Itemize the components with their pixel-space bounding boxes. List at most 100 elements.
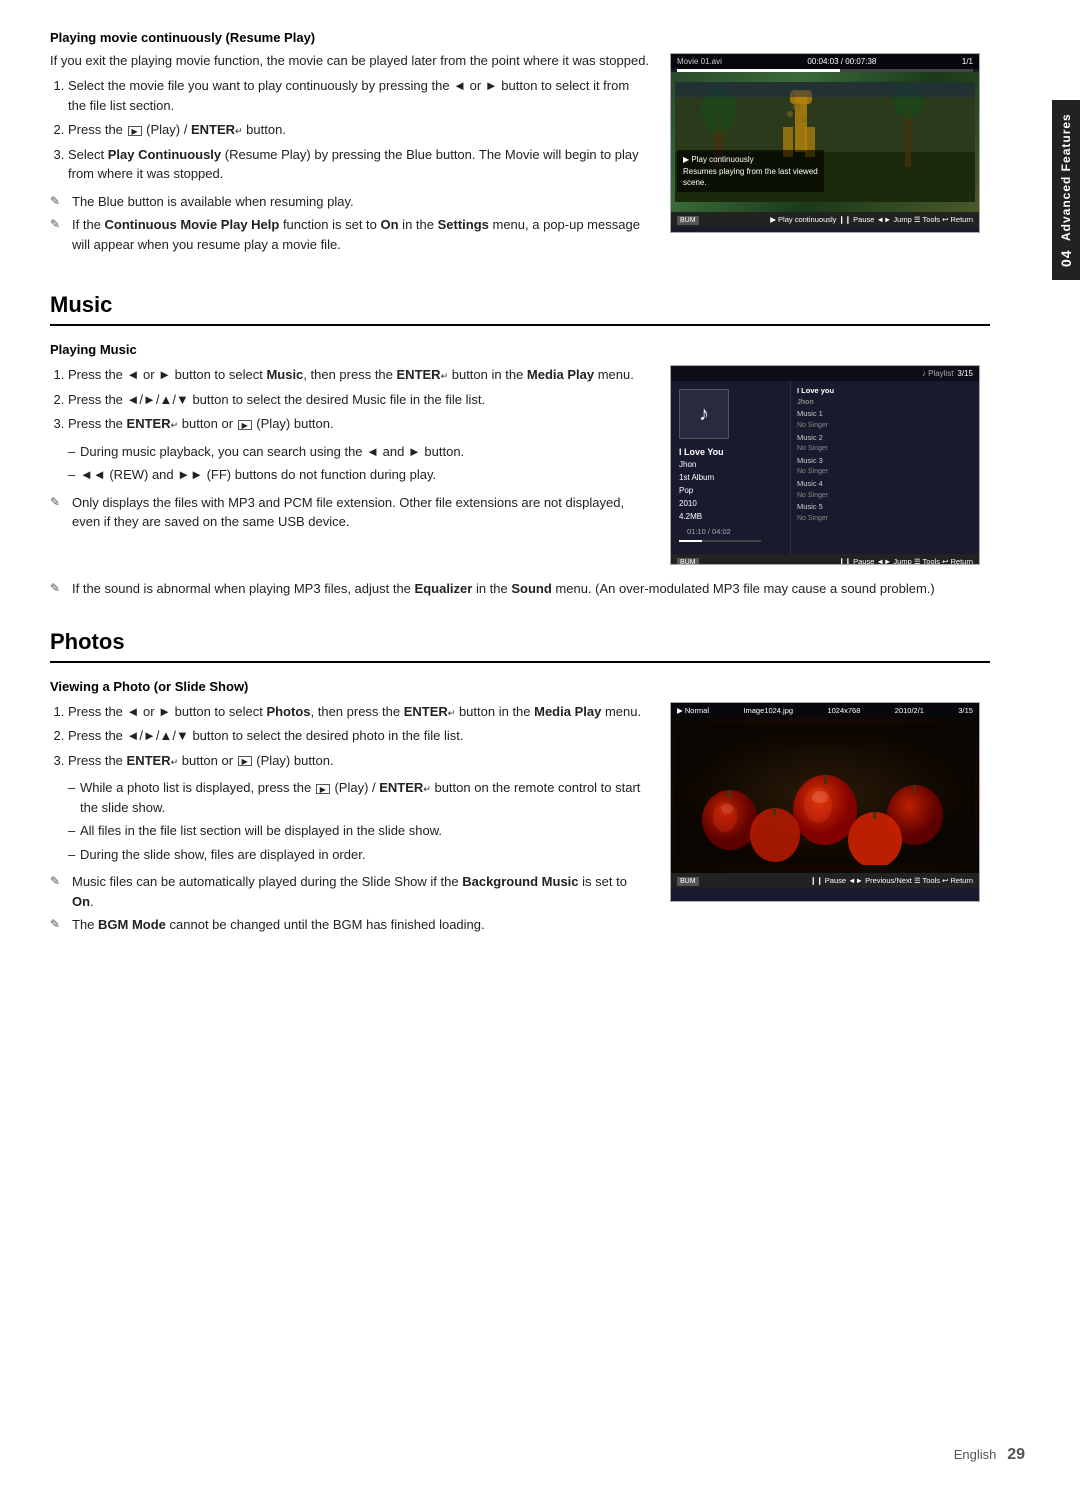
movie-step-3: Select Play Continuously (Resume Play) b…	[68, 145, 650, 184]
movie-step-2: Press the ▶ (Play) / ENTER↵ button.	[68, 120, 650, 140]
footer-page-number: 29	[1007, 1446, 1025, 1463]
movie-intro: If you exit the playing movie function, …	[50, 53, 650, 68]
photo-screen-inner	[671, 718, 979, 873]
photos-dash-1: While a photo list is displayed, press t…	[50, 778, 650, 817]
playlist-item-5: Music 4No Singer	[797, 478, 973, 501]
movie-note-2: If the Continuous Movie Play Help functi…	[50, 215, 650, 254]
movie-steps-list: Select the movie file you want to play c…	[50, 76, 650, 184]
playlist-item-3: Music 2No Singer	[797, 432, 973, 455]
movie-note-1: The Blue button is available when resumi…	[50, 192, 650, 212]
music-text-col: Press the ◄ or ► button to select Music,…	[50, 365, 650, 565]
photos-step-2: Press the ◄/►/▲/▼ button to select the d…	[68, 726, 650, 746]
movie-section: Playing movie continuously (Resume Play)…	[50, 30, 990, 262]
music-size: 4.2MB	[679, 511, 782, 524]
music-year: 2010	[679, 498, 782, 511]
photos-screen-col: ▶ Normal Image1024.jpg 1024x768 2010/2/1…	[670, 702, 990, 943]
music-genre: Pop	[679, 485, 782, 498]
music-album: 1st Album	[679, 472, 782, 485]
music-count: 3/15	[957, 369, 973, 378]
movie-screen-col: Movie 01.avi 00:04:03 / 00:07:38 1/1	[670, 53, 990, 262]
music-step-3: Press the ENTER↵ button or ▶ (Play) butt…	[68, 414, 650, 434]
movie-step-1: Select the movie file you want to play c…	[68, 76, 650, 115]
music-playlist-label: ♪ Playlist	[922, 369, 954, 378]
movie-screen-mock: Movie 01.avi 00:04:03 / 00:07:38 1/1	[670, 53, 980, 233]
music-steps-list: Press the ◄ or ► button to select Music,…	[50, 365, 650, 434]
photo-mode: ▶ Normal	[677, 706, 709, 715]
music-info: I Love You Jhon 1st Album Pop 2010 4.2MB	[679, 445, 782, 523]
playlist-item-1: I Love youJhon	[797, 385, 973, 408]
photo-resolution: 1024x768	[827, 706, 860, 715]
footer-language: English	[954, 1447, 997, 1462]
chapter-number: 04	[1058, 249, 1074, 267]
movie-overlay-line3: scene.	[683, 177, 818, 188]
movie-overlay-line2: Resumes playing from the last viewed	[683, 166, 818, 177]
photos-section: Photos Viewing a Photo (or Slide Show) P…	[50, 629, 990, 943]
movie-controls: ▶ Play continuously ❙❙ Pause ◄► Jump ☰ T…	[770, 215, 973, 224]
music-content-row: Press the ◄ or ► button to select Music,…	[50, 365, 990, 565]
movie-screen-inner: ▶ Play continuously Resumes playing from…	[671, 72, 979, 212]
music-title: I Love You	[679, 445, 782, 459]
photos-text-col: Press the ◄ or ► button to select Photos…	[50, 702, 650, 943]
photo-bottom-bar: BUM ❙❙ Pause ◄► Previous/Next ☰ Tools ↩ …	[671, 873, 979, 888]
music-step-2: Press the ◄/►/▲/▼ button to select the d…	[68, 390, 650, 410]
photos-step-3: Press the ENTER↵ button or ▶ (Play) butt…	[68, 751, 650, 771]
music-playlist: I Love youJhon Music 1No Singer Music 2N…	[791, 381, 979, 554]
music-bum-label: BUM	[677, 557, 703, 565]
music-controls: ❙❙ Pause ◄► Jump ☰ Tools ↩ Return	[839, 557, 974, 565]
photo-count: 3/15	[958, 706, 973, 715]
photos-content-row: Press the ◄ or ► button to select Photos…	[50, 702, 990, 943]
music-note-1: Only displays the files with MP3 and PCM…	[50, 493, 650, 532]
page-footer: English 29	[954, 1446, 1025, 1464]
playlist-item-2: Music 1No Singer	[797, 408, 973, 431]
photo-controls: ❙❙ Pause ◄► Previous/Next ☰ Tools ↩ Retu…	[810, 876, 973, 885]
music-left-panel: ♪ I Love You Jhon 1st Album Pop 2010 4.2…	[671, 381, 791, 554]
main-content: Playing movie continuously (Resume Play)…	[0, 0, 1040, 987]
music-section: Music Playing Music Press the ◄ or ► but…	[50, 292, 990, 599]
playlist-item-4: Music 3No Singer	[797, 455, 973, 478]
movie-bottom-bar: BUM ▶ Play continuously ❙❙ Pause ◄► Jump…	[671, 212, 979, 227]
movie-subsection-heading: Playing movie continuously (Resume Play)	[50, 30, 990, 45]
photos-dash-2: All files in the file list section will …	[50, 821, 650, 841]
movie-bum-label: BUM	[677, 215, 703, 224]
movie-notes-list: The Blue button is available when resumi…	[50, 192, 650, 255]
photos-note-2: The BGM Mode cannot be changed until the…	[50, 915, 650, 935]
music-time: 01:10 / 04:02	[687, 527, 731, 536]
movie-overlay-line1: ▶ Play continuously	[683, 154, 818, 165]
photo-scene-svg	[675, 725, 975, 865]
movie-count: 1/1	[962, 57, 973, 66]
music-progress: 01:10 / 04:02	[679, 523, 782, 540]
photos-dash-3: During the slide show, files are display…	[50, 845, 650, 865]
music-content: ♪ I Love You Jhon 1st Album Pop 2010 4.2…	[671, 381, 979, 554]
movie-text-col: If you exit the playing movie function, …	[50, 53, 650, 262]
playlist-item-6: Music 5No Singer	[797, 501, 973, 524]
music-notes-list: Only displays the files with MP3 and PCM…	[50, 493, 650, 532]
photos-note-1: Music files can be automatically played …	[50, 872, 650, 911]
movie-overlay: ▶ Play continuously Resumes playing from…	[677, 150, 824, 192]
music-subsection-heading: Playing Music	[50, 342, 990, 357]
music-art: ♪	[679, 389, 729, 439]
music-top-bar: ♪ Playlist 3/15	[671, 366, 979, 381]
side-tab: 04 Advanced Features	[1052, 100, 1080, 280]
movie-filename: Movie 01.avi	[677, 57, 722, 66]
music-dash-2: ◄◄ (REW) and ►► (FF) buttons do not func…	[50, 465, 650, 485]
photos-steps-list: Press the ◄ or ► button to select Photos…	[50, 702, 650, 771]
music-artist: Jhon	[679, 459, 782, 472]
chapter-label: Advanced Features	[1059, 113, 1073, 241]
photos-screen-mock: ▶ Normal Image1024.jpg 1024x768 2010/2/1…	[670, 702, 980, 902]
photo-top-bar: ▶ Normal Image1024.jpg 1024x768 2010/2/1…	[671, 703, 979, 718]
photo-bum-label: BUM	[677, 876, 703, 885]
movie-content-row: If you exit the playing movie function, …	[50, 53, 990, 262]
photos-notes-list: Music files can be automatically played …	[50, 872, 650, 935]
movie-time: 00:04:03 / 00:07:38	[807, 57, 876, 66]
movie-top-bar: Movie 01.avi 00:04:03 / 00:07:38 1/1	[671, 54, 979, 69]
music-screen-mock: ♪ Playlist 3/15 ♪ I Love You Jhon 1st Al…	[670, 365, 980, 565]
photos-section-heading: Photos	[50, 629, 990, 663]
photos-subsection-heading: Viewing a Photo (or Slide Show)	[50, 679, 990, 694]
music-section-heading: Music	[50, 292, 990, 326]
music-bottom-bar: BUM ❙❙ Pause ◄► Jump ☰ Tools ↩ Return	[671, 554, 979, 565]
photo-date: 2010/2/1	[895, 706, 924, 715]
photo-filename: Image1024.jpg	[743, 706, 793, 715]
photos-step-1: Press the ◄ or ► button to select Photos…	[68, 702, 650, 722]
music-dash-1: During music playback, you can search us…	[50, 442, 650, 462]
music-full-note: If the sound is abnormal when playing MP…	[50, 579, 990, 599]
